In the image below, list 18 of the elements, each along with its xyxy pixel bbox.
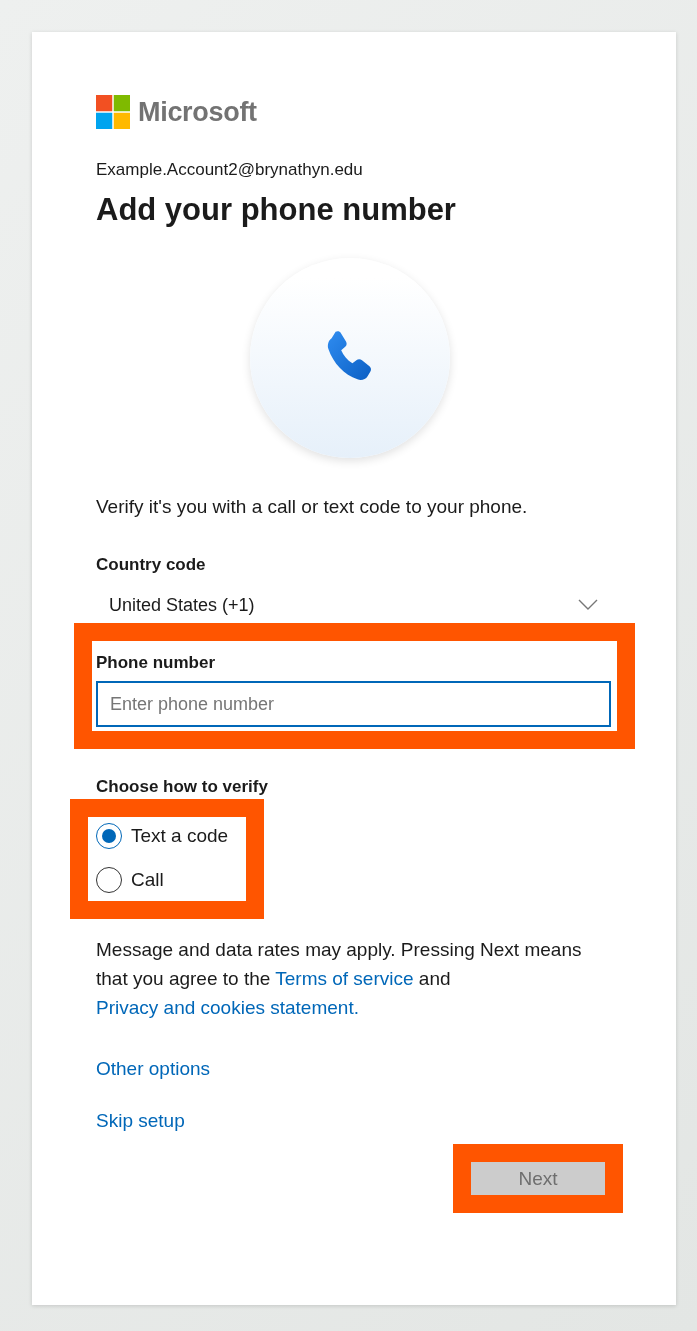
terms-link[interactable]: Privacy and cookies statement. [96, 997, 359, 1018]
radio-label[interactable]: Call [131, 869, 164, 891]
field-label: Country code [96, 555, 207, 575]
radio-label[interactable]: Text a code [131, 825, 229, 847]
field-label: Phone number [96, 653, 216, 673]
terms-notice: Message and data rates may apply. Pressing Next means that you agree to the Terms of service and Privacy and cookies statement. [96, 938, 583, 1020]
country-dropdown[interactable]: United States (+1) [96, 591, 608, 619]
logo-icon [96, 95, 130, 129]
account-email: Example.Account2@brynathyn.edu [96, 160, 364, 180]
phone-input-field[interactable]: Enter phone number [96, 681, 611, 727]
other-options-link[interactable]: Other options [96, 1058, 608, 1080]
terms-link[interactable]: Terms of service [275, 968, 414, 989]
chevron-down-icon [578, 599, 598, 611]
brand-name: Microsoft [138, 96, 257, 128]
instruction-text: Verify it's you with a call or text code to your phone. [96, 496, 529, 518]
page-title: Add your phone number [96, 192, 457, 228]
skip-setup-link[interactable]: Skip setup [96, 1110, 608, 1132]
field-label: Choose how to verify [96, 777, 269, 797]
